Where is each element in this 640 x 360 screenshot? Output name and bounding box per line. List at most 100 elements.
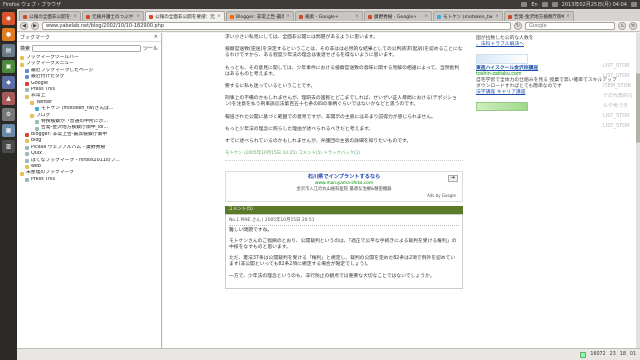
bookmark-icon — [25, 158, 29, 163]
comment-paragraph: 難しい問題ですね。 — [229, 227, 273, 233]
close-tab-icon[interactable]: × — [217, 14, 221, 19]
keyboard-indicator[interactable]: En — [531, 2, 537, 8]
window-title: Firefox ウェブ・ブラウザ — [3, 2, 62, 8]
url-bar[interactable]: www.yabelab.net/blog/2002/10/10-182900.p… — [42, 22, 511, 30]
close-tab-icon[interactable]: × — [424, 14, 428, 19]
status-count: 16072 — [590, 352, 606, 357]
close-tab-icon[interactable]: × — [136, 14, 140, 19]
sidebar-search-label: 検索 — [20, 45, 31, 52]
bookmark-item[interactable]: Press This — [20, 177, 158, 183]
clock[interactable]: 2013年02月25日(月) 04:04 — [562, 1, 627, 8]
folder-icon — [30, 101, 34, 106]
banner-image[interactable] — [476, 54, 528, 64]
right-link[interactable]: 、法科トラブル解決へ — [476, 42, 637, 48]
search-placeholder: Google — [529, 23, 547, 29]
article-paragraph: すでに述べられているのかもしれませんが、弁護団の主張の詳細を知りたいものです。 — [225, 139, 412, 145]
settings-icon[interactable]: ⚙ — [2, 108, 15, 121]
status-zoom: 01 — [629, 352, 636, 357]
tab[interactable]: 告発-金沢地方検察庁御中...× — [504, 11, 574, 21]
favicon-icon — [437, 14, 441, 19]
files-icon[interactable]: ▤ — [2, 44, 15, 57]
comment-body: 難しい問題ですね。モトケンさんのご指摘のとおり、公開裁判というのは、「適正で公平… — [229, 228, 459, 280]
home-icon[interactable]: ⌂ — [618, 22, 626, 30]
post-meta[interactable]: モトケン (2005年10月15日 10:25) コメント(5) トラックバック… — [225, 151, 463, 162]
reload-icon[interactable]: ↻ — [514, 22, 522, 30]
article-paragraph: もっと少年法の理念に照らした理由が述べられるべきだと考えます。 — [225, 126, 374, 132]
sidebar-search-input[interactable] — [32, 44, 141, 52]
close-tab-icon[interactable]: × — [73, 14, 77, 19]
comment-paragraph: モトケンさんのご指摘のとおり、公開裁判というのは、「適正で公平な手続きによる裁判… — [229, 238, 457, 251]
app-icon[interactable]: ◆ — [2, 76, 15, 89]
banner-image[interactable] — [476, 102, 528, 111]
network-icon[interactable] — [521, 2, 528, 7]
trash-icon[interactable]: ▥ — [2, 140, 15, 153]
smart-folder-icon — [25, 75, 29, 80]
bookmark-label: はてなブックマーク - hiroos2011のブ... — [31, 157, 120, 163]
folder-icon — [20, 56, 24, 61]
addon-icon[interactable] — [580, 351, 587, 358]
close-tab-icon[interactable]: × — [495, 14, 499, 19]
bookmark-tree: ブックマークツールバー ブックマークメニュー 最近ブックマークしたページ 最近付けたタ… — [17, 54, 161, 184]
tab[interactable]: 公報の全面非公開を要請：元検弁護士の× — [19, 11, 81, 21]
dash-icon[interactable]: ◉ — [2, 12, 15, 25]
smart-folder-icon — [25, 69, 29, 74]
bookmark-icon — [35, 126, 39, 131]
right-block: 東進ハイスクール金沢校講座 toshin-zaitaku.com 自宅学習で全体… — [476, 66, 637, 96]
article-paragraph: もっとも、その意見に関しては、少年事件における検察官送致の意味に関する見解の相違… — [225, 65, 460, 77]
launcher: ◉ ● ▤ ▣ ◆ ▲ ⚙ ▦ ▥ — [0, 9, 17, 360]
browser-window: 公報の全面非公開を要請：元検弁護士の× 元検弁護士のつぶやき× 公報の全面非公開… — [17, 9, 640, 360]
forward-icon[interactable]: ▶ — [31, 22, 39, 30]
right-block: 国が拉致した公的な人数を 、法科トラブル解決へ — [476, 36, 637, 48]
article-paragraph: 報道された公開に基づく範囲での意見ですが、非開示の主張にはあまり説得力が感じられ… — [225, 114, 436, 120]
sidebar-view-button[interactable]: ツール — [143, 45, 158, 52]
tab[interactable]: モトケン (motoken_tw)さんは...× — [433, 11, 503, 21]
terminal-icon[interactable]: ▣ — [2, 60, 15, 73]
ad-arrow-icon[interactable]: ➜ — [448, 175, 458, 183]
menu-icon[interactable]: ≡ — [629, 22, 637, 30]
mail-icon[interactable] — [541, 2, 548, 7]
status-bar: 16072 23 18 01 — [17, 348, 640, 360]
tab[interactable]: Blogger: 非常上告-最高検察庁御中× — [226, 11, 294, 21]
volume-icon[interactable] — [551, 2, 558, 7]
tab-active[interactable]: 公報の全面非公開を要請：元検弁護士のつぶやき× — [145, 11, 225, 21]
twitter-icon — [35, 107, 39, 112]
search-input[interactable]: Google — [525, 22, 615, 30]
close-tab-icon[interactable]: × — [566, 14, 570, 19]
software-center-icon[interactable]: ▲ — [2, 92, 15, 105]
power-icon[interactable] — [631, 2, 637, 7]
ghost-text-line: ITEM_STOR — [603, 83, 632, 89]
workspace-icon[interactable]: ▦ — [2, 124, 15, 137]
sidebar-search-row: 検索 ツール — [20, 44, 158, 52]
sidebar-header: ブックマーク × — [17, 33, 161, 42]
article-body: 求い小さい私見にしては、全面非公開には問題があるように思います。 検察官送致(逆送… — [225, 35, 463, 145]
tab-bar: 公報の全面非公開を要請：元検弁護士の× 元検弁護士のつぶやき× 公報の全面非公開… — [17, 9, 640, 21]
favicon-icon — [230, 14, 234, 19]
close-tab-icon[interactable]: × — [286, 14, 290, 19]
google-icon — [25, 81, 29, 86]
tab[interactable]: 元検弁護士のつぶやき × — [82, 11, 144, 21]
ad-block[interactable]: 石川県でインプラントするなら www.maruyama-shika.com 金沢… — [225, 171, 463, 203]
firefox-icon[interactable]: ● — [2, 28, 15, 41]
sidebar-title[interactable]: ブックマーク — [20, 34, 50, 41]
close-sidebar-icon[interactable]: × — [154, 34, 158, 40]
scrollbar-thumb[interactable] — [636, 73, 640, 143]
folder-icon — [20, 62, 24, 67]
vertical-scrollbar[interactable] — [636, 33, 640, 348]
bookmark-label: Press This — [31, 176, 55, 182]
system-tray: En 2013年02月25日(月) 04:04 — [521, 1, 637, 8]
article-paragraph: 検察官送致(逆送)を決定するということは、その非はは必然的な結果としての公判請求… — [225, 47, 463, 59]
ads-by-google[interactable]: Ads by Google — [228, 193, 456, 199]
article-paragraph: 刑事上の不備のかもしれませんが、理研去の国民とどこまでしれば、せいぜい証人尋問に… — [225, 96, 457, 108]
close-tab-icon[interactable]: × — [355, 14, 359, 19]
bookmarks-sidebar: ブックマーク × 検索 ツール ブックマークツールバー ブックマークメニュー 最近ブ… — [17, 33, 162, 348]
back-icon[interactable]: ◀ — [20, 22, 28, 30]
ghost-text-line: LIST_STOR — [603, 63, 630, 69]
tab[interactable]: 廣野秀樹 - Google+ × — [364, 11, 432, 21]
favicon-icon — [86, 14, 90, 19]
folder-icon — [25, 139, 29, 144]
bookmark-icon — [25, 177, 29, 182]
folder-icon — [20, 171, 24, 176]
navigation-toolbar: ◀ ▶ www.yabelab.net/blog/2002/10/10-1829… — [17, 21, 640, 32]
tab[interactable]: 検索 - Google+ × — [295, 11, 363, 21]
ghost-text-line: LIST_STOR — [603, 73, 630, 79]
